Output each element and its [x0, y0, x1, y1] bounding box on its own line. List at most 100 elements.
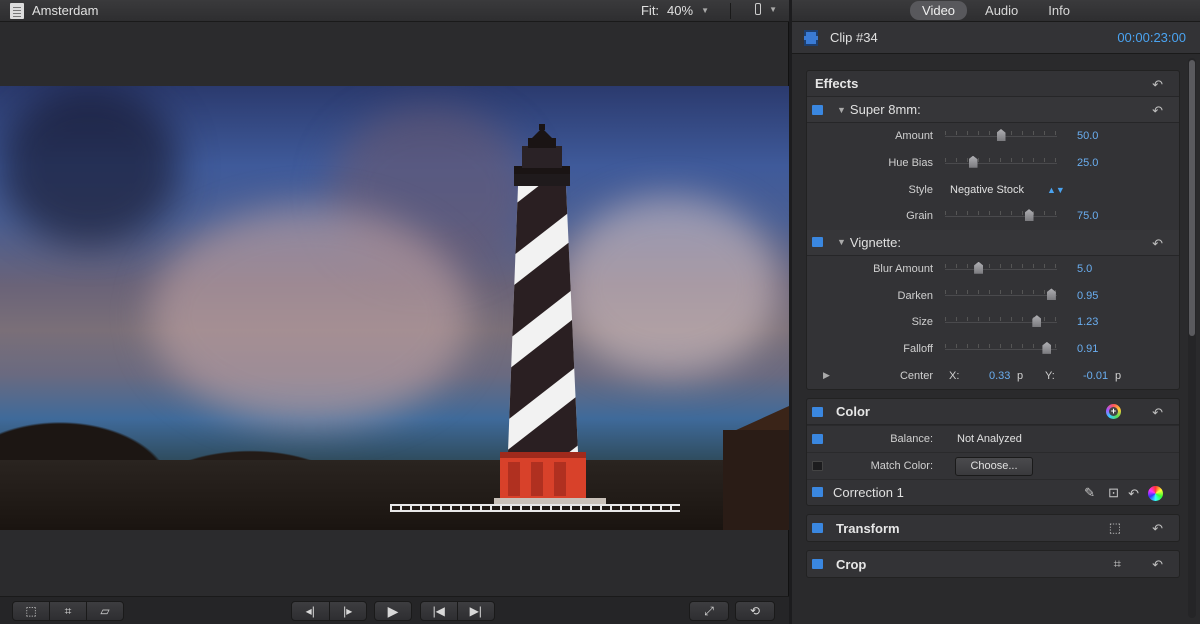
- param-value[interactable]: 0.95: [1077, 290, 1137, 302]
- scrollbar-thumb[interactable]: [1189, 60, 1195, 336]
- param-label: Amount: [895, 130, 933, 143]
- reset-icon[interactable]: ↶: [1152, 521, 1163, 537]
- balance-label: Balance:: [890, 433, 933, 446]
- updown-arrows-icon[interactable]: ▲▼: [1047, 185, 1065, 195]
- fit-popup[interactable]: Fit: 40% ▼: [641, 3, 709, 18]
- slider-ticks: [945, 211, 1057, 216]
- go-to-start-button[interactable]: |◀: [421, 602, 458, 620]
- param-blur-amount: Blur Amount 5.0: [807, 256, 1179, 283]
- param-value[interactable]: 50.0: [1077, 130, 1137, 142]
- param-label: Darken: [897, 289, 933, 302]
- effects-title: Effects: [815, 76, 859, 91]
- transform-tool-button[interactable]: ⬚: [13, 602, 50, 620]
- slider-ticks: [945, 343, 1057, 348]
- balance-checkbox[interactable]: [812, 434, 823, 445]
- viewer-header: Amsterdam Fit: 40% ▼ ▼: [0, 0, 789, 22]
- param-value[interactable]: 75.0: [1077, 210, 1137, 222]
- tab-video[interactable]: Video: [910, 1, 968, 20]
- unit-label: p: [1017, 369, 1024, 382]
- distort-tool-button[interactable]: ▱: [87, 602, 123, 620]
- crop-title: Crop: [836, 556, 867, 572]
- add-correction-icon[interactable]: +: [1106, 404, 1121, 420]
- style-popup[interactable]: Negative Stock: [950, 184, 1024, 196]
- fullscreen-button[interactable]: ⤢: [690, 602, 728, 620]
- view-options-menu[interactable]: ▼: [755, 3, 777, 15]
- slider-ticks: [945, 290, 1057, 295]
- video-frame[interactable]: [0, 86, 789, 530]
- effects-section: Effects ↶ ▼ Super 8mm: ↶ Amount 50.0 Hue…: [806, 70, 1180, 391]
- view-switch-icon: [755, 3, 762, 15]
- correction-checkbox[interactable]: [812, 487, 823, 498]
- loop-icon: ⟲: [749, 604, 761, 618]
- darken-slider[interactable]: [945, 295, 1057, 297]
- param-value[interactable]: 0.91: [1077, 343, 1137, 355]
- slider-ticks: [945, 157, 1057, 162]
- super8-header: ▼ Super 8mm: ↶: [807, 97, 1179, 123]
- choose-button[interactable]: Choose...: [955, 456, 1033, 476]
- play-icon: ▶: [387, 602, 399, 619]
- hue-bias-slider[interactable]: [945, 162, 1057, 164]
- clip-timecode: 00:00:23:00: [1117, 30, 1186, 45]
- reset-icon[interactable]: ↶: [1152, 103, 1163, 119]
- loop-button[interactable]: ⟲: [736, 602, 774, 620]
- param-value[interactable]: 1.23: [1077, 316, 1137, 328]
- step-forward-icon: |▸: [343, 604, 353, 618]
- crop-header: Crop ⌗ ↶: [807, 551, 1179, 577]
- inspector-scrollbar[interactable]: [1188, 58, 1196, 618]
- step-back-icon: ◂|: [305, 604, 315, 618]
- blur-amount-slider[interactable]: [945, 268, 1057, 270]
- falloff-slider[interactable]: [945, 348, 1057, 350]
- reset-icon[interactable]: ↶: [1152, 557, 1163, 573]
- crop-icon[interactable]: ⌗: [1114, 556, 1121, 572]
- inspector-content: Effects ↶ ▼ Super 8mm: ↶ Amount 50.0 Hue…: [806, 70, 1180, 586]
- crop-section: Crop ⌗ ↶: [806, 550, 1180, 579]
- loop-group: ⟲: [735, 601, 775, 621]
- previous-frame-button[interactable]: ◂|: [292, 602, 330, 620]
- lighthouse-image: [494, 124, 606, 506]
- fence: [390, 504, 680, 512]
- tab-info[interactable]: Info: [1036, 1, 1082, 20]
- transform-icon[interactable]: ⬚: [1109, 520, 1121, 536]
- color-enable-checkbox[interactable]: [812, 406, 823, 417]
- grain-slider[interactable]: [945, 216, 1057, 218]
- chevron-down-icon: ▼: [701, 6, 709, 15]
- reset-icon[interactable]: ↶: [1128, 486, 1139, 502]
- param-label: Center: [899, 369, 933, 382]
- onscreen-controls-group: ⬚ ⌗ ▱: [12, 601, 124, 621]
- go-to-end-button[interactable]: ▶|: [458, 602, 495, 620]
- crop-enable-checkbox[interactable]: [812, 559, 823, 570]
- edit-mask-icon[interactable]: ✎: [1084, 485, 1095, 501]
- param-value[interactable]: 5.0: [1077, 263, 1137, 275]
- play-button[interactable]: ▶: [375, 602, 411, 620]
- super8-enable-checkbox[interactable]: [812, 104, 823, 115]
- slider-ticks: [945, 263, 1057, 268]
- transform-section: Transform ⬚ ↶: [806, 514, 1180, 543]
- next-frame-button[interactable]: |▸: [330, 602, 367, 620]
- inspector-tabs: Video Audio Info: [792, 0, 1200, 22]
- disclosure-down-icon[interactable]: ▼: [837, 237, 846, 247]
- crop-tool-button[interactable]: ⌗: [50, 602, 87, 620]
- param-label: Hue Bias: [888, 157, 933, 170]
- vignette-enable-checkbox[interactable]: [812, 237, 823, 248]
- reset-icon[interactable]: ↶: [1152, 77, 1163, 93]
- viewer-toolbar: ⬚ ⌗ ▱ ◂| |▸ ▶ |◀ ▶| ⤢ ⟲: [0, 596, 789, 624]
- param-value[interactable]: 25.0: [1077, 157, 1137, 169]
- viewer-title: Amsterdam: [32, 3, 99, 18]
- inspector-panel: Video Audio Info Clip #34 00:00:23:00 Ef…: [792, 0, 1200, 624]
- fullscreen-group: ⤢: [689, 601, 729, 621]
- transform-enable-checkbox[interactable]: [812, 523, 823, 534]
- color-board-icon[interactable]: [1148, 485, 1163, 501]
- reset-icon[interactable]: ↶: [1152, 405, 1163, 421]
- add-shape-mask-icon[interactable]: ⊡: [1108, 485, 1119, 501]
- chevron-down-icon: ▼: [769, 4, 777, 14]
- param-amount: Amount 50.0: [807, 123, 1179, 150]
- distort-icon: ▱: [100, 604, 110, 618]
- tab-audio[interactable]: Audio: [973, 1, 1030, 20]
- disclosure-down-icon[interactable]: ▼: [837, 105, 846, 115]
- disclosure-right-icon[interactable]: ▶: [823, 370, 830, 381]
- center-x-value[interactable]: 0.33: [989, 370, 1010, 382]
- film-clip-icon: [804, 29, 818, 46]
- match-color-checkbox[interactable]: [812, 460, 823, 471]
- reset-icon[interactable]: ↶: [1152, 236, 1163, 252]
- center-y-value[interactable]: -0.01: [1083, 370, 1108, 382]
